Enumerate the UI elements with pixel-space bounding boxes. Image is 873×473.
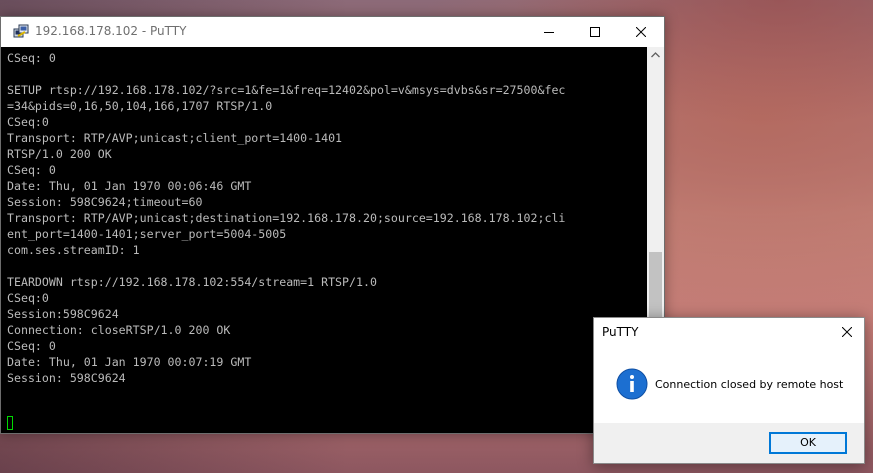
message-dialog: PuTTY Connection closed by remote host O… (593, 317, 865, 464)
terminal-line: Session:598C9624 (7, 307, 119, 321)
window-title: 192.168.178.102 - PuTTY (35, 24, 187, 38)
terminal-screen[interactable]: CSeq: 0 SETUP rtsp://192.168.178.102/?sr… (1, 47, 647, 433)
terminal-line: RTSP/1.0 200 OK (7, 147, 112, 161)
terminal-line: =34&pids=0,16,50,104,166,1707 RTSP/1.0 (7, 99, 273, 113)
terminal-line: TEARDOWN rtsp://192.168.178.102:554/stre… (7, 275, 377, 289)
terminal-line: Connection: closeRTSP/1.0 200 OK (7, 323, 231, 337)
info-icon (616, 368, 648, 400)
terminal-line: com.ses.streamID: 1 (7, 243, 140, 257)
putty-window: 192.168.178.102 - PuTTY CSeq: 0 SETUP rt… (0, 16, 665, 434)
terminal-cursor (7, 416, 13, 430)
dialog-close-button[interactable] (830, 318, 864, 346)
dialog-message: Connection closed by remote host (655, 378, 844, 391)
close-button[interactable] (618, 17, 664, 47)
terminal-line: CSeq:0 (7, 291, 49, 305)
close-icon (842, 327, 852, 337)
maximize-button[interactable] (572, 17, 618, 47)
terminal-output: CSeq: 0 SETUP rtsp://192.168.178.102/?sr… (7, 50, 565, 386)
ok-button[interactable]: OK (769, 432, 847, 454)
terminal-line: ent_port=1400-1401;server_port=5004-5005 (7, 227, 287, 241)
dialog-title: PuTTY (602, 325, 639, 339)
maximize-icon (590, 27, 600, 37)
dialog-title-bar[interactable]: PuTTY (594, 318, 864, 346)
chevron-up-icon (651, 52, 660, 58)
terminal-line: Date: Thu, 01 Jan 1970 00:06:46 GMT (7, 179, 252, 193)
dialog-body: Connection closed by remote host (594, 346, 864, 423)
minimize-icon (544, 32, 554, 33)
terminal-line: CSeq: 0 (7, 339, 56, 353)
terminal-line: Transport: RTP/AVP;unicast;client_port=1… (7, 131, 343, 145)
close-icon (636, 27, 646, 37)
minimize-button[interactable] (526, 17, 572, 47)
terminal-line: CSeq:0 (7, 115, 49, 129)
terminal-line: CSeq: 0 (7, 51, 56, 65)
terminal-line: Date: Thu, 01 Jan 1970 00:07:19 GMT (7, 355, 252, 369)
title-bar[interactable]: 192.168.178.102 - PuTTY (1, 17, 664, 47)
terminal-line: Session: 598C9624;timeout=60 (7, 195, 203, 209)
terminal-line: Transport: RTP/AVP;unicast;destination=1… (7, 211, 566, 225)
putty-icon (13, 24, 29, 38)
terminal-line: SETUP rtsp://192.168.178.102/?src=1&fe=1… (7, 83, 566, 97)
terminal-line: CSeq: 0 (7, 163, 56, 177)
scroll-up-button[interactable] (647, 47, 664, 64)
terminal-line: Session: 598C9624 (7, 371, 126, 385)
